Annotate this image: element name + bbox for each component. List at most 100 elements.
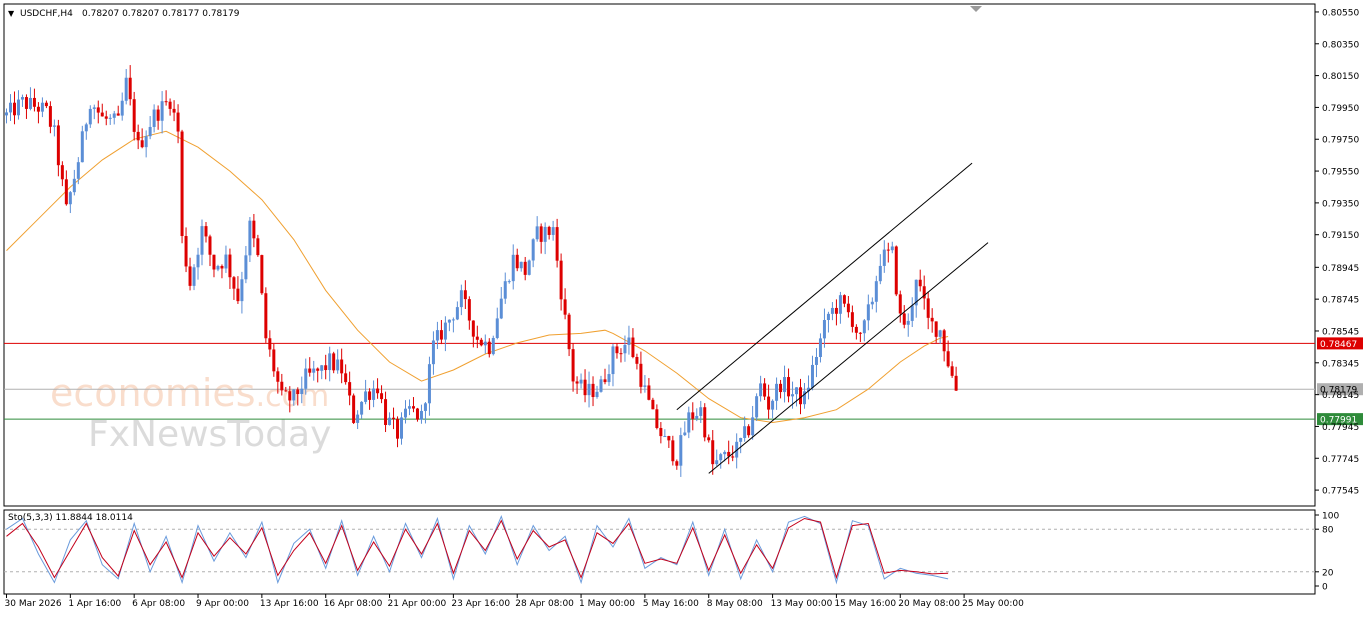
candle-body (384, 399, 388, 425)
candle-body (467, 299, 471, 321)
candle-body (24, 97, 28, 109)
candle-body (938, 330, 942, 337)
candle-body (240, 279, 244, 302)
candle-body (300, 388, 304, 395)
candle-body (12, 102, 16, 116)
candle-body (603, 379, 607, 383)
candle-body (627, 337, 631, 345)
candle-body (68, 192, 72, 205)
price-tick-label: 0.77545 (1322, 487, 1359, 497)
candle-body (890, 246, 894, 251)
candle-body (699, 407, 703, 416)
candle-body (120, 100, 124, 116)
candle-body (396, 418, 400, 439)
price-tick-label: 0.77745 (1322, 455, 1359, 465)
candle-body (942, 330, 946, 352)
candle-body (80, 131, 84, 163)
candle-body (583, 379, 587, 396)
candle-body (463, 290, 467, 300)
candle-body (471, 320, 475, 337)
candle-body (767, 396, 771, 410)
candle-body (56, 125, 60, 166)
time-tick-label: 5 May 16:00 (643, 599, 699, 609)
candle-body (72, 178, 76, 193)
candle-body (176, 112, 180, 132)
candle-body (599, 379, 603, 392)
candle-body (894, 246, 898, 295)
candle-body (328, 353, 332, 371)
candle-body (132, 99, 136, 132)
candle-body (288, 391, 292, 401)
candle-body (771, 400, 775, 410)
candle-body (527, 260, 531, 275)
candle-body (623, 344, 627, 354)
time-tick-label: 1 May 00:00 (579, 599, 635, 609)
candle-body (834, 307, 838, 314)
candle-body (495, 318, 499, 338)
candle-body (356, 414, 360, 423)
candle-body (415, 408, 419, 420)
candle-body (755, 396, 759, 418)
candle-body (112, 113, 116, 118)
candle-body (252, 220, 256, 239)
candle-body (372, 388, 376, 400)
candle-body (228, 254, 232, 278)
price-tick-label: 0.79150 (1322, 231, 1359, 241)
candle-body (312, 368, 316, 373)
symbol-menu-icon[interactable]: ▼ (8, 9, 15, 18)
candle-body (739, 437, 743, 442)
candle-body (188, 266, 192, 286)
candle-body (84, 124, 88, 132)
candle-body (531, 239, 535, 261)
candle-body (431, 340, 435, 365)
price-tick-label: 0.78145 (1322, 391, 1359, 401)
candle-body (272, 349, 276, 372)
candle-body (447, 319, 451, 323)
candle-body (136, 131, 140, 141)
candle-body (507, 281, 511, 283)
candle-body (523, 261, 527, 275)
candle-body (256, 238, 260, 256)
price-tick-label: 0.77945 (1322, 423, 1359, 433)
chart-canvas[interactable]: economies.com FxNewsToday 0.784670.78179… (0, 0, 1366, 615)
candle-body (404, 408, 407, 418)
candle-body (707, 437, 711, 441)
candle-body (615, 346, 619, 354)
candle-body (930, 317, 934, 322)
candle-body (304, 368, 308, 389)
candle-body (20, 97, 24, 100)
candle-body (671, 440, 675, 462)
candle-body (308, 368, 312, 373)
candle-body (511, 254, 515, 282)
time-tick-label: 20 May 08:00 (898, 599, 960, 609)
candle-body (810, 364, 814, 388)
candle-body (499, 298, 503, 319)
candle-body (268, 338, 272, 350)
candle-body (212, 254, 216, 270)
candle-body (783, 377, 787, 393)
candle-body (216, 265, 220, 270)
candle-body (679, 435, 683, 466)
candle-body (128, 77, 132, 100)
candle-body (364, 391, 368, 402)
candle-body (264, 293, 268, 339)
candle-body (826, 313, 830, 321)
candle-body (28, 97, 32, 109)
price-tick-label: 0.80350 (1322, 40, 1359, 50)
price-tick-label: 0.79750 (1322, 136, 1359, 146)
candle-body (643, 385, 647, 387)
price-tick-label: 0.78745 (1322, 296, 1359, 306)
candle-body (579, 379, 583, 384)
candle-body (910, 305, 914, 321)
candle-body (595, 391, 599, 398)
candle-body (200, 226, 204, 255)
candle-body (946, 351, 950, 367)
candle-body (818, 338, 822, 358)
candle-body (519, 261, 523, 269)
candle-body (292, 389, 296, 401)
candle-body (455, 307, 459, 320)
candle-body (571, 349, 575, 382)
candle-body (747, 426, 751, 436)
candle-body (587, 383, 591, 396)
candle-body (479, 339, 483, 346)
